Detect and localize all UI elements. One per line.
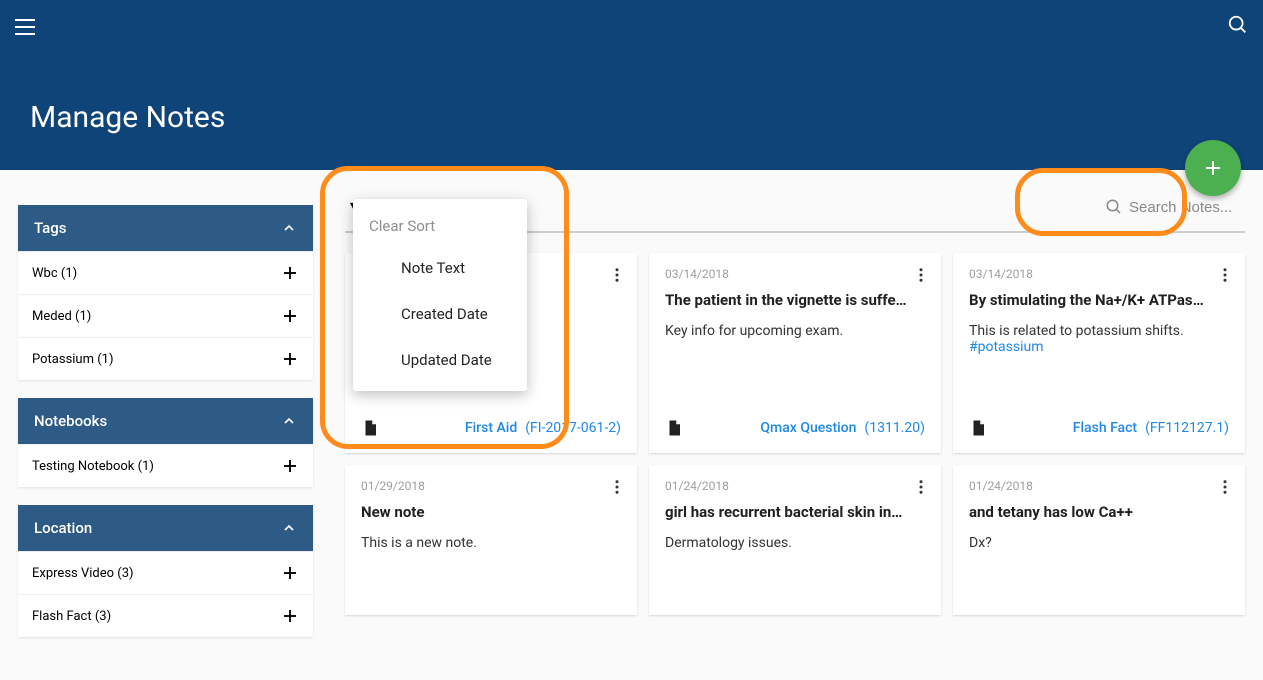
plus-icon[interactable] (281, 457, 299, 475)
source-name: First Aid (465, 420, 517, 436)
hashtag[interactable]: #potassium (969, 339, 1044, 355)
note-date: 01/24/2018 (969, 479, 1229, 493)
plus-icon[interactable] (281, 264, 299, 282)
panel-header-notebooks[interactable]: Notebooks (18, 398, 313, 444)
page-title: Manage Notes (30, 100, 225, 135)
location-label: Flash Fact (3) (32, 609, 111, 624)
note-card[interactable]: 03/14/2018 The patient in the vignette i… (649, 253, 941, 453)
notebook-label: Testing Notebook (1) (32, 459, 154, 474)
note-title: girl has recurrent bacterial skin in… (665, 503, 925, 521)
document-icon (969, 419, 987, 437)
source-name: Qmax Question (760, 420, 856, 436)
note-title: The patient in the vignette is suffe… (665, 291, 925, 309)
note-body: This is a new note. (361, 535, 621, 599)
more-icon[interactable] (605, 475, 629, 499)
tag-item[interactable]: Meded (1) (18, 294, 313, 337)
source-ref: (FF112127.1) (1145, 420, 1229, 436)
note-date: 01/24/2018 (665, 479, 925, 493)
plus-icon[interactable] (281, 564, 299, 582)
note-source[interactable]: Flash Fact (FF112127.1) (969, 419, 1229, 437)
note-card[interactable]: 01/24/2018 and tetany has low Ca++ Dx? (953, 465, 1245, 615)
note-source[interactable]: First Aid (FI-2017-061-2) (361, 419, 621, 437)
panel-header-tags[interactable]: Tags (18, 205, 313, 251)
note-date: 01/29/2018 (361, 479, 621, 493)
panel-tags: Tags Wbc (1) Meded (1) Potassium (1) (18, 205, 313, 380)
note-body: Dermatology issues. (665, 535, 925, 599)
search-input[interactable] (1129, 199, 1239, 216)
clear-sort[interactable]: Clear Sort (353, 207, 527, 245)
sort-option-note-text[interactable]: Note Text (353, 245, 527, 291)
note-title: and tetany has low Ca++ (969, 503, 1229, 521)
tag-label: Potassium (1) (32, 352, 114, 367)
sidebar: Tags Wbc (1) Meded (1) Potassium (1) Not… (18, 205, 313, 680)
location-item[interactable]: Express Video (3) (18, 551, 313, 594)
note-card[interactable]: 01/29/2018 New note This is a new note. (345, 465, 637, 615)
more-icon[interactable] (1213, 263, 1237, 287)
location-label: Express Video (3) (32, 566, 134, 581)
menu-icon[interactable] (15, 15, 39, 39)
location-item[interactable]: Flash Fact (3) (18, 594, 313, 637)
sort-option-updated-date[interactable]: Updated Date (353, 337, 527, 383)
sort-menu: Clear Sort Note Text Created Date Update… (353, 199, 527, 391)
panel-notebooks: Notebooks Testing Notebook (1) (18, 398, 313, 487)
notebook-item[interactable]: Testing Notebook (1) (18, 444, 313, 487)
tag-item[interactable]: Wbc (1) (18, 251, 313, 294)
note-card[interactable]: 03/14/2018 By stimulating the Na+/K+ ATP… (953, 253, 1245, 453)
document-icon (665, 419, 683, 437)
note-card[interactable]: 01/24/2018 girl has recurrent bacterial … (649, 465, 941, 615)
source-name: Flash Fact (1073, 420, 1137, 436)
plus-icon[interactable] (281, 607, 299, 625)
panel-title: Tags (34, 219, 66, 237)
plus-icon[interactable] (281, 307, 299, 325)
tag-label: Wbc (1) (32, 266, 77, 281)
more-icon[interactable] (605, 263, 629, 287)
note-title: By stimulating the Na+/K+ ATPas… (969, 291, 1229, 309)
content-area: Tags Wbc (1) Meded (1) Potassium (1) Not… (18, 205, 1245, 680)
note-title: New note (361, 503, 621, 521)
more-icon[interactable] (909, 475, 933, 499)
panel-location: Location Express Video (3) Flash Fact (3… (18, 505, 313, 637)
chevron-up-icon (281, 413, 297, 429)
more-icon[interactable] (1213, 475, 1237, 499)
tag-item[interactable]: Potassium (1) (18, 337, 313, 380)
search-icon[interactable] (1227, 14, 1249, 36)
chevron-up-icon (281, 520, 297, 536)
note-source[interactable]: Qmax Question (1311.20) (665, 419, 925, 437)
chevron-up-icon (281, 220, 297, 236)
search-icon (1105, 198, 1123, 216)
panel-header-location[interactable]: Location (18, 505, 313, 551)
document-icon (361, 419, 379, 437)
note-body: Key info for upcoming exam. (665, 323, 925, 419)
note-body: Dx? (969, 535, 1229, 599)
panel-title: Location (34, 519, 92, 537)
source-ref: (FI-2017-061-2) (525, 420, 621, 436)
more-icon[interactable] (909, 263, 933, 287)
app-header: Manage Notes (0, 0, 1263, 170)
plus-icon[interactable] (281, 350, 299, 368)
panel-title: Notebooks (34, 412, 107, 430)
source-ref: (1311.20) (864, 420, 925, 436)
add-note-button[interactable] (1185, 140, 1241, 196)
sort-option-created-date[interactable]: Created Date (353, 291, 527, 337)
tag-label: Meded (1) (32, 309, 91, 324)
note-date: 03/14/2018 (969, 267, 1229, 281)
note-body: This is related to potassium shifts. #po… (969, 323, 1229, 419)
note-date: 03/14/2018 (665, 267, 925, 281)
search-notes-wrap (1105, 198, 1239, 216)
